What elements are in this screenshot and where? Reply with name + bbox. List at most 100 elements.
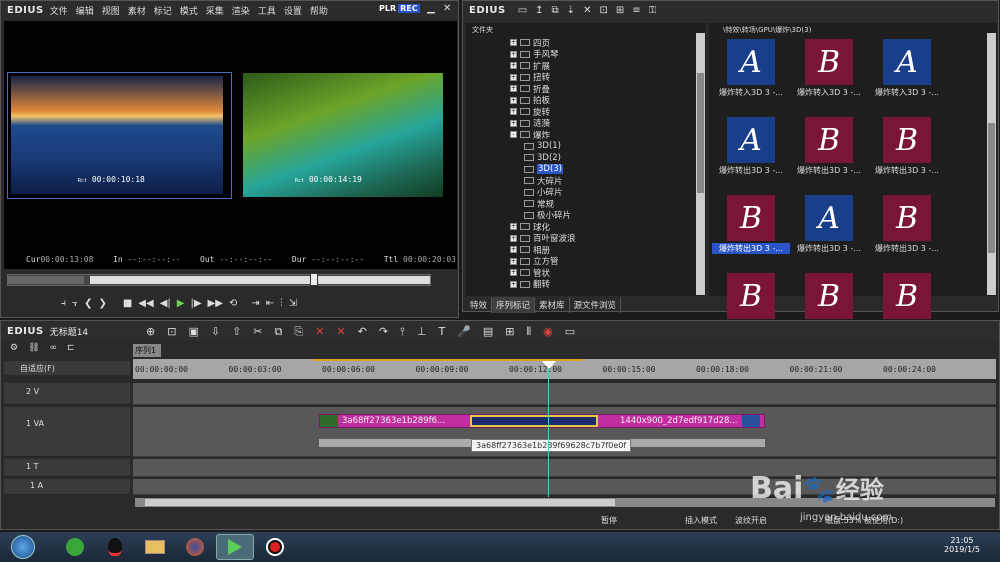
- effect-label[interactable]: 爆炸转入3D 3 -...: [790, 87, 868, 98]
- tree-item[interactable]: + 管状: [510, 267, 706, 279]
- firefox-icon[interactable]: [176, 534, 214, 560]
- voiceover-icon[interactable]: 🎤: [457, 325, 471, 339]
- expand-icon[interactable]: +: [510, 50, 517, 58]
- tree-scrollbar[interactable]: [696, 33, 705, 295]
- delete-tl-icon[interactable]: ✕: [315, 325, 324, 339]
- edius-taskbar-icon[interactable]: [216, 534, 254, 560]
- razor-icon[interactable]: ⊥: [417, 325, 427, 339]
- sync-icon[interactable]: ⊏: [67, 343, 75, 357]
- effect-thumbnail[interactable]: B: [805, 39, 853, 85]
- gallery-scrollbar[interactable]: [987, 33, 996, 295]
- delete-icon[interactable]: ✕: [583, 5, 591, 16]
- tree-item[interactable]: 3D(1): [510, 141, 706, 153]
- tree-item[interactable]: 极小碎片: [510, 210, 706, 221]
- layout-icon[interactable]: ▭: [565, 325, 575, 339]
- effects-tab[interactable]: 素材库: [535, 297, 570, 313]
- paste-tl-icon[interactable]: ⎘: [294, 325, 303, 339]
- set-in-icon[interactable]: ⫞: [61, 298, 66, 309]
- insert-icon[interactable]: ⇥: [251, 298, 259, 309]
- mixer-icon[interactable]: ⊞: [505, 325, 514, 339]
- loop-icon[interactable]: ⟲: [229, 298, 237, 309]
- 360-icon[interactable]: [56, 534, 94, 560]
- explorer-icon[interactable]: [136, 534, 174, 560]
- expand-icon[interactable]: +: [510, 246, 517, 254]
- tree-item[interactable]: + 翻转: [510, 279, 706, 290]
- video-clip[interactable]: 3a68ff27363e1b289f6... 1440x900_2d7edf91…: [319, 414, 765, 428]
- expand-icon[interactable]: +: [510, 119, 517, 127]
- set-out-icon[interactable]: ⫟: [72, 298, 78, 309]
- folder-icon[interactable]: ▭: [518, 5, 527, 16]
- effects-tab[interactable]: 特效: [466, 297, 493, 313]
- tree-item[interactable]: + 手风琴: [510, 49, 706, 60]
- tree-item[interactable]: 大碎片: [510, 175, 706, 187]
- menu-item[interactable]: 渲染: [232, 7, 250, 17]
- tree-item[interactable]: + 四页: [510, 37, 706, 49]
- menu-item[interactable]: 帮助: [310, 7, 328, 17]
- track-header-2v[interactable]: 2 V: [4, 383, 130, 405]
- expand-icon[interactable]: +: [510, 280, 517, 288]
- redo-icon[interactable]: ↷: [379, 325, 388, 339]
- split-icon[interactable]: ⫶: [280, 298, 283, 309]
- expand-icon[interactable]: +: [510, 85, 517, 93]
- menu-item[interactable]: 文件: [50, 7, 68, 17]
- timeline-ruler[interactable]: 00:00:00:00 00:00:03:00 00:00:06:00 00:00:0…: [133, 359, 996, 379]
- copy-tl-icon[interactable]: ⧉: [275, 325, 283, 339]
- tree-item[interactable]: 3D(3): [510, 164, 706, 176]
- effect-thumbnail[interactable]: B: [805, 273, 853, 319]
- effect-label[interactable]: 爆炸转出3D 3 -...: [868, 165, 946, 176]
- rewind-icon[interactable]: ◀◀: [138, 298, 153, 309]
- sequence-tab[interactable]: 序列1: [133, 344, 161, 357]
- menu-item[interactable]: 采集: [206, 7, 224, 17]
- properties-icon[interactable]: ⊡: [599, 5, 607, 16]
- tree-item[interactable]: + 扩展: [510, 60, 706, 72]
- effect-label[interactable]: 爆炸转出3D 3 -...: [712, 243, 790, 254]
- effect-thumbnail[interactable]: A: [727, 117, 775, 163]
- recorder-icon[interactable]: [256, 534, 294, 560]
- copy-icon[interactable]: ⧉: [552, 5, 559, 16]
- expand-icon[interactable]: +: [510, 234, 517, 242]
- color-icon[interactable]: ▤: [483, 325, 493, 339]
- expand-icon[interactable]: +: [510, 62, 517, 70]
- qq-icon[interactable]: [96, 534, 134, 560]
- expand-icon[interactable]: +: [510, 269, 517, 277]
- track-header-1a[interactable]: 1 A: [4, 479, 130, 495]
- fit-dropdown[interactable]: 自适应(F): [4, 361, 130, 375]
- clock[interactable]: 21:05 2019/1/5: [944, 536, 980, 554]
- title-icon[interactable]: T: [438, 325, 445, 339]
- playback-scrubber[interactable]: [7, 273, 431, 286]
- tree-item[interactable]: + 旋转: [510, 106, 706, 118]
- export-icon[interactable]: ⇲: [289, 298, 297, 309]
- expand-icon[interactable]: +: [510, 39, 517, 47]
- effects-tab[interactable]: 源文件浏览: [570, 297, 622, 313]
- track-settings-icon[interactable]: ⚙: [10, 343, 18, 357]
- start-button[interactable]: [4, 534, 42, 560]
- marker-icon[interactable]: ⫯: [400, 325, 405, 339]
- effect-thumbnail[interactable]: B: [883, 273, 931, 319]
- stop-icon[interactable]: ■: [123, 298, 132, 309]
- menu-item[interactable]: 模式: [180, 7, 198, 17]
- plr-button[interactable]: PLR: [379, 4, 396, 13]
- tree-item[interactable]: 3D(2): [510, 152, 706, 164]
- track-header-1t[interactable]: 1 T: [4, 459, 130, 477]
- effects-tab[interactable]: 序列标记: [492, 297, 536, 313]
- menu-item[interactable]: 工具: [258, 7, 276, 17]
- effect-thumbnail[interactable]: B: [727, 273, 775, 319]
- up-folder-icon[interactable]: ↥: [535, 5, 543, 16]
- effect-label[interactable]: 爆炸转出3D 3 -...: [790, 243, 868, 254]
- record-icon[interactable]: ◉: [543, 325, 553, 339]
- lock-icon[interactable]: ⚿: [649, 5, 657, 16]
- snap-icon[interactable]: ∞: [50, 343, 58, 357]
- effect-thumbnail[interactable]: B: [727, 195, 775, 241]
- play-icon[interactable]: ▶: [177, 298, 185, 309]
- effect-thumbnail[interactable]: A: [883, 39, 931, 85]
- effect-label[interactable]: 爆炸转出3D 3 -...: [790, 165, 868, 176]
- tree-item[interactable]: + 球化: [510, 221, 706, 233]
- effect-thumbnail[interactable]: A: [805, 195, 853, 241]
- effect-label[interactable]: 爆炸转入3D 3 -...: [868, 87, 946, 98]
- tree-item[interactable]: + 折叠: [510, 83, 706, 95]
- list-icon[interactable]: ≡: [632, 5, 640, 16]
- next-edit-icon[interactable]: ❯: [98, 298, 106, 309]
- tree-item[interactable]: 常规: [510, 198, 706, 210]
- scrubber-handle[interactable]: [310, 273, 318, 286]
- fast-forward-icon[interactable]: ▶▶: [208, 298, 223, 309]
